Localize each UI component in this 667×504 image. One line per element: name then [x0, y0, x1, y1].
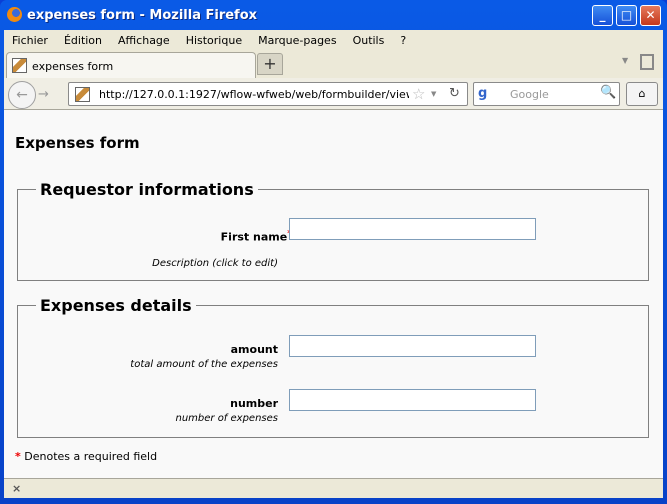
menu-fichier[interactable]: Fichier [4, 30, 56, 50]
menu-historique[interactable]: Historique [178, 30, 250, 50]
close-status-icon[interactable]: × [12, 482, 21, 495]
amount-input[interactable] [289, 335, 536, 357]
menu-marque-pages[interactable]: Marque-pages [250, 30, 344, 50]
section-legend: Expenses details [40, 296, 192, 315]
close-button[interactable]: ✕ [640, 5, 661, 26]
expenses-section: Expenses details amount total amount of … [17, 296, 649, 438]
google-icon: g [478, 86, 488, 101]
status-bar: × [4, 478, 663, 498]
bookmark-star-icon[interactable]: ☆ [412, 85, 425, 103]
menu-edition[interactable]: Édition [56, 30, 110, 50]
search-box[interactable]: g Google 🔍 [473, 82, 620, 106]
search-placeholder: Google [510, 88, 549, 101]
menu-affichage[interactable]: Affichage [110, 30, 178, 50]
required-note-text: Denotes a required field [20, 450, 158, 463]
number-input[interactable] [289, 389, 536, 411]
home-button[interactable]: ⌂ [626, 82, 658, 106]
maximize-button[interactable]: □ [616, 5, 637, 26]
tab-groups-icon[interactable] [640, 54, 654, 70]
url-bar[interactable]: http://127.0.0.1:1927/wflow-wfweb/web/fo… [68, 82, 468, 106]
forward-button[interactable]: → [38, 87, 49, 102]
amount-label: amount [230, 343, 278, 356]
first-name-input[interactable] [289, 218, 536, 240]
requestor-section: Requestor informations First name* Descr… [17, 180, 649, 281]
new-tab-button[interactable]: + [257, 53, 283, 75]
tab-label: expenses form [32, 60, 114, 73]
page-content: Expenses form Requestor informations Fir… [4, 110, 663, 478]
navigation-bar: ← → http://127.0.0.1:1927/wflow-wfweb/we… [4, 78, 663, 110]
tab-expenses-form[interactable]: expenses form [6, 52, 256, 78]
reload-icon[interactable]: ↻ [449, 86, 460, 101]
first-name-label: First name* [221, 228, 292, 244]
number-description: number of expenses [175, 413, 278, 424]
amount-description: total amount of the expenses [130, 359, 278, 370]
required-note: * Denotes a required field [15, 450, 157, 463]
url-dropdown-icon[interactable]: ▼ [431, 90, 436, 98]
number-label: number [230, 397, 278, 410]
page-title: Expenses form [15, 134, 140, 152]
favicon-icon [12, 58, 27, 73]
url-text: http://127.0.0.1:1927/wflow-wfweb/web/fo… [99, 88, 409, 101]
search-icon[interactable]: 🔍 [600, 85, 616, 100]
firefox-icon [7, 7, 22, 22]
site-icon [75, 87, 90, 102]
menu-help[interactable]: ? [392, 30, 414, 50]
back-button[interactable]: ← [8, 81, 36, 109]
browser-window: expenses form - Mozilla Firefox _ □ ✕ Fi… [0, 0, 667, 504]
tab-list-icon[interactable]: ▼ [622, 56, 628, 65]
title-bar: expenses form - Mozilla Firefox _ □ ✕ [0, 0, 667, 30]
first-name-description[interactable]: Description (click to edit) [152, 258, 278, 269]
menu-bar: Fichier Édition Affichage Historique Mar… [4, 30, 663, 50]
window-title: expenses form - Mozilla Firefox [27, 8, 258, 23]
menu-outils[interactable]: Outils [345, 30, 393, 50]
minimize-button[interactable]: _ [592, 5, 613, 26]
section-legend: Requestor informations [40, 180, 254, 199]
